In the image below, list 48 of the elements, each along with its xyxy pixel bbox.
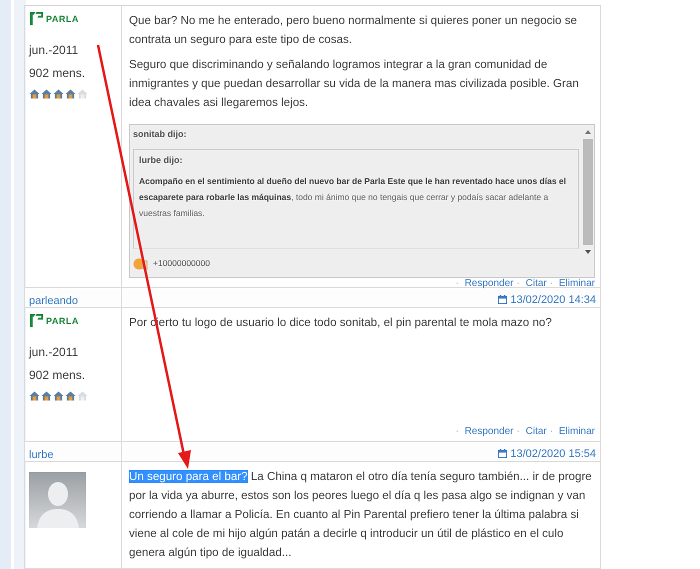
post-text: Un seguro para el bar? La China q mataron el otro día tenía seguro también... ir de progre por la vida ya aburre, estos son los peores luego el día q les pasa algo se indignan y van corriendo a llamar a Policía. En cuanto al Pin Parental prefiero tener la última palabra si viene al cole de mi hijo algún patán a decirle q introducir un útil de plástico en el culo genera algún tipo de igualdad...	[129, 469, 593, 561]
quote-author: lurbe dijo:	[139, 155, 184, 165]
separator-dot: ·	[455, 278, 459, 289]
scroll-up-icon[interactable]	[585, 130, 591, 134]
house-icon	[41, 391, 52, 401]
scroll-down-icon[interactable]	[585, 250, 591, 254]
post-date: 13/02/2020 14:34	[498, 294, 596, 306]
reaction-count: +10000000000	[153, 258, 210, 268]
message-count: 902 mens.	[29, 66, 86, 80]
logo-icon	[29, 313, 44, 328]
house-icon	[29, 89, 40, 99]
separator-dot: ·	[455, 426, 459, 437]
username-link[interactable]: lurbe	[29, 449, 54, 461]
logo-text: PARLA	[46, 14, 79, 24]
logo-icon	[29, 11, 44, 26]
action-link[interactable]: Citar	[526, 278, 547, 289]
calendar-icon	[498, 449, 508, 458]
action-link[interactable]: Eliminar	[558, 278, 595, 289]
action-link[interactable]: Responder	[464, 426, 514, 437]
action-link[interactable]: Responder	[464, 278, 514, 289]
username-link[interactable]: parleando	[29, 295, 78, 307]
quote-text: Acompaño en el sentimiento al dueño del nuevo bar de Parla Este que le han reventado hace unos días el escaparete para robarle las máquinas, todo mi ánimo que no tengais que cerrar y podaís sacar adelante a vuestras familias.	[139, 175, 568, 220]
house-icon	[65, 89, 76, 99]
quote-author: sonitab dijo:	[133, 129, 188, 139]
separator-dot: ·	[550, 426, 554, 437]
avatar-silhouette	[29, 472, 86, 528]
message-count: 902 mens.	[29, 368, 86, 382]
post-date: 13/02/2020 15:54	[498, 448, 596, 460]
house-icon	[65, 391, 76, 401]
thumbs-up-icon	[133, 256, 149, 270]
house-icon	[29, 391, 40, 401]
post-text: Que bar? No me he enterado, pero bueno normalmente si quieres poner un negocio se contrata un seguro para este tipo de cosas.	[129, 13, 578, 48]
action-link[interactable]: Eliminar	[558, 426, 595, 437]
separator-dot: ·	[516, 426, 520, 437]
house-icon	[53, 89, 64, 99]
house-icon	[41, 89, 52, 99]
house-icon	[77, 391, 88, 401]
house-icon	[53, 391, 64, 401]
logo-text: PARLA	[46, 316, 79, 326]
house-icon	[77, 89, 88, 99]
join-date: jun.-2011	[29, 43, 78, 57]
action-link[interactable]: Citar	[526, 426, 547, 437]
post-text: Seguro que discriminando y señalando logramos integrar a la gran comunidad de inmigrantes y que puedan desarrollar su vida de la manera mas civilizada posible. Gran idea chavales asi llegaremos lejos.	[129, 57, 580, 111]
scrollbar-thumb[interactable]	[583, 139, 593, 245]
separator-dot: ·	[516, 278, 520, 289]
join-date: jun.-2011	[29, 345, 78, 359]
separator-dot: ·	[550, 278, 554, 289]
calendar-icon	[498, 295, 508, 304]
